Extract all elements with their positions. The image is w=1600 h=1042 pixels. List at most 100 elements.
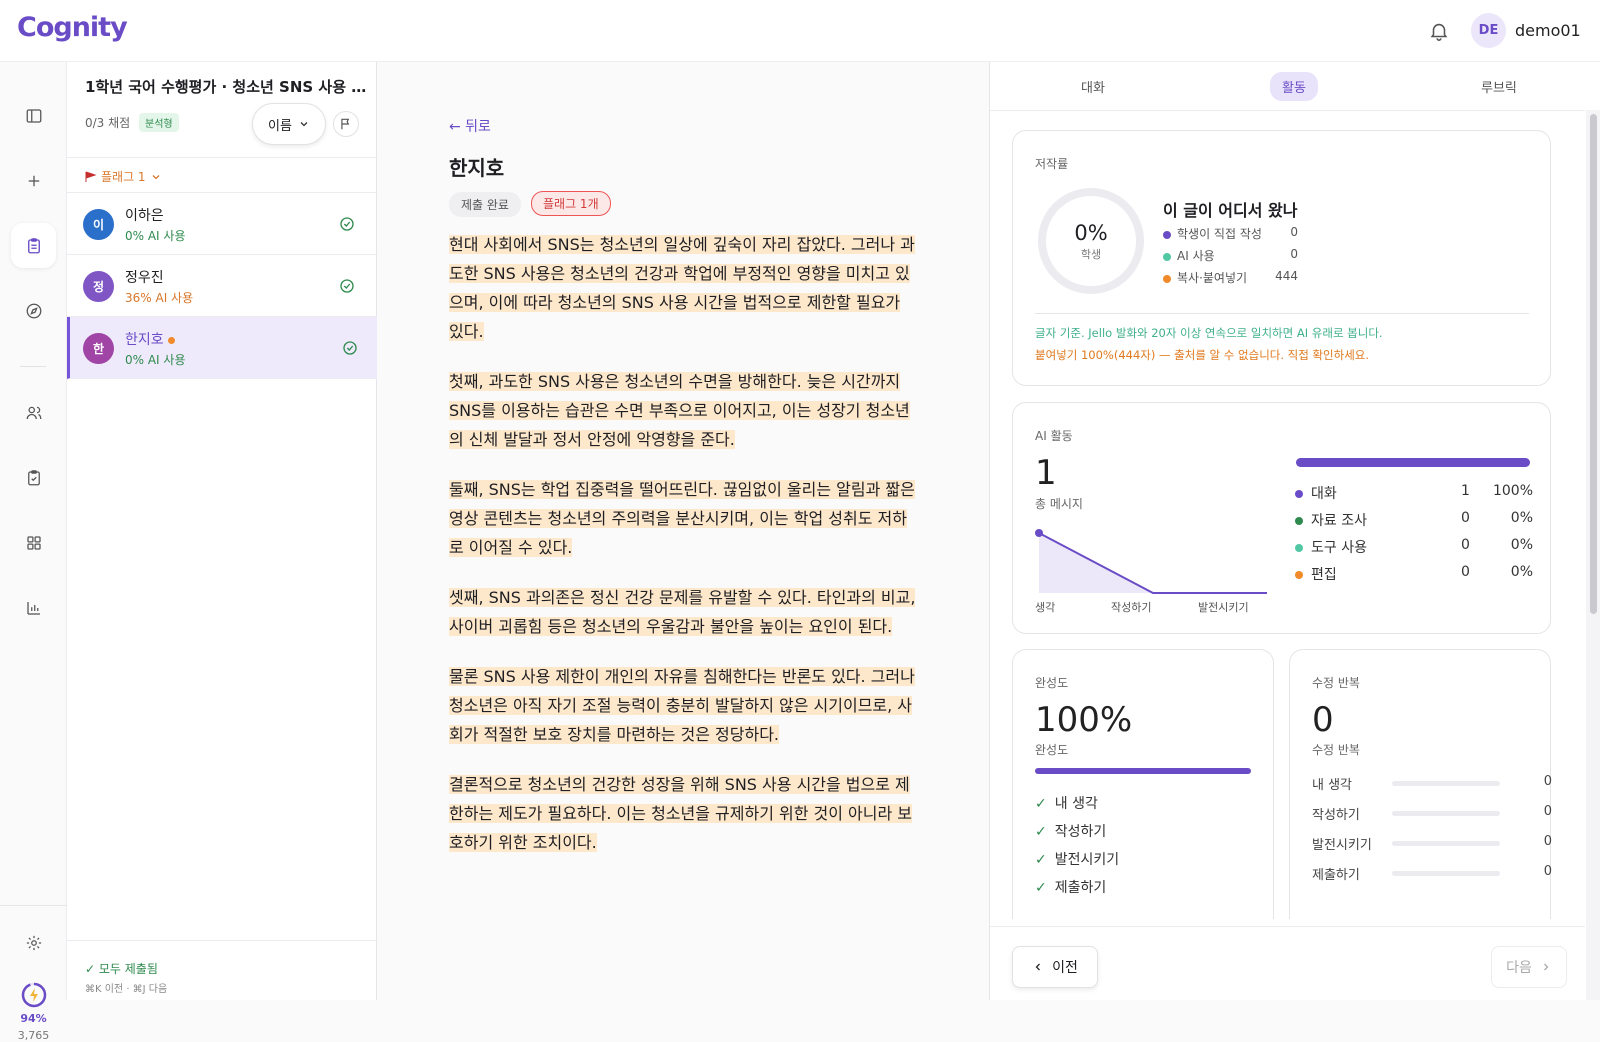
red-flag-icon — [85, 171, 97, 182]
bar-chart-icon[interactable] — [11, 585, 56, 630]
completion-bar-track — [1035, 768, 1251, 774]
legend-percent: 100% — [1492, 483, 1533, 499]
user-avatar[interactable]: DE — [1471, 13, 1506, 48]
tab-activity[interactable]: 활동 — [1270, 72, 1318, 101]
previous-label: 이전 — [1052, 960, 1078, 976]
revision-card: 수정 반복 0 수정 반복 내 생각 0 작성하기 0 발전시키기 0 제출하기 0 — [1289, 649, 1552, 919]
next-label: 다음 — [1506, 960, 1532, 976]
activity-bar-track — [1296, 458, 1530, 467]
clipboard-icon[interactable] — [11, 223, 56, 268]
legend-dot — [1295, 544, 1303, 552]
student-row-selected[interactable]: 한 한지호 0% AI 사용 — [67, 317, 377, 379]
back-link[interactable]: ← 뒤로 — [449, 116, 491, 136]
completion-value: 100% — [1035, 700, 1133, 740]
student-name: 한지호 — [125, 332, 164, 348]
check-icon: ✓ — [1035, 880, 1047, 896]
legend-percent: 0% — [1510, 537, 1533, 553]
completion-card: 완성도 100% 완성도 ✓ 내 생각 ✓ 작성하기 ✓ 발전시키기 ✓ 제출하기 — [1012, 649, 1274, 919]
check-icon: ✓ — [1035, 796, 1047, 812]
tab-rubric[interactable]: 루브릭 — [1481, 77, 1517, 96]
flag-icon — [341, 118, 350, 130]
submission-status: ✓ 모두 제출됨 — [85, 962, 158, 976]
legend-label: 도구 사용 — [1311, 540, 1367, 556]
legend-label: 편집 — [1311, 567, 1337, 583]
essay-paragraph: 결론적으로 청소년의 건강한 성장을 위해 SNS 사용 시간을 법으로 제한하… — [449, 770, 919, 857]
student-name-wrap: 한지호 — [125, 329, 175, 349]
student-heading: 한지호 — [449, 156, 505, 180]
settings-icon[interactable] — [11, 920, 56, 965]
authorship-percent-label: 학생 — [1080, 248, 1102, 261]
step-item: ✓ 발전시키기 — [1035, 849, 1119, 869]
sort-label: 이름 — [268, 118, 292, 134]
revision-step-value: 0 — [1543, 864, 1552, 879]
analysis-panel: 대화 활동 루브릭 저작률 0% 학생 이 글이 어디서 왔나 학생이 직접 작… — [989, 62, 1600, 1000]
legend-row: 도구 사용 0 0% — [1295, 537, 1533, 557]
sort-dropdown[interactable]: 이름 — [252, 103, 326, 145]
revision-row: 발전시키기 0 — [1312, 834, 1552, 853]
flag-count-badge[interactable]: 플래그 1개 — [531, 191, 611, 216]
student-row[interactable]: 정 정우진 36% AI 사용 — [67, 255, 377, 317]
plus-icon[interactable] — [11, 158, 56, 203]
chevron-right-icon — [1543, 963, 1549, 971]
compass-icon[interactable] — [11, 288, 56, 333]
revision-bar — [1392, 841, 1500, 846]
nav-rail: 94% 3,765 — [0, 62, 67, 1042]
revision-label: 수정 반복 — [1312, 743, 1360, 757]
essay-paragraph: 둘째, SNS는 학업 집중력을 떨어뜨린다. 끊임없이 울리는 알림과 짧은 … — [449, 475, 919, 562]
submission-badge: 제출 완료 — [449, 192, 521, 217]
pasted-text-highlight: 물론 SNS 사용 제한이 개인의 자유를 침해한다는 반론도 있다. 그러나 … — [449, 667, 915, 744]
check-icon: ✓ — [1035, 824, 1047, 840]
student-row[interactable]: 이 이하은 0% AI 사용 — [67, 193, 377, 255]
legend-label: 자료 조사 — [1311, 513, 1367, 529]
tab-conversation[interactable]: 대화 — [1081, 77, 1105, 96]
grid-icon[interactable] — [11, 520, 56, 565]
legend-row: 대화 1 100% — [1295, 483, 1533, 503]
pasted-text-highlight: 첫째, 과도한 SNS 사용은 청소년의 수면을 방해한다. 늦은 시간까지 S… — [449, 372, 910, 449]
source-value: 0 — [1290, 247, 1298, 261]
footer-divider — [990, 926, 1585, 927]
ai-detection-note: 글자 기준. Jello 발화와 20자 이상 연속으로 일치하면 AI 유래로… — [1035, 326, 1383, 340]
next-button[interactable]: 다음 — [1491, 946, 1567, 988]
username[interactable]: demo01 — [1515, 21, 1581, 40]
energy-gauge-icon[interactable] — [21, 982, 47, 1008]
legend-count: 0 — [1461, 537, 1470, 553]
flag-filter-button[interactable] — [333, 111, 359, 137]
assignment-title: 1학년 국어 수행평가 · 청소년 SNS 사용 시... — [85, 78, 370, 96]
total-messages-label: 총 메시지 — [1035, 497, 1083, 511]
legend-label: 대화 — [1311, 486, 1337, 502]
document-panel: ← 뒤로 한지호 제출 완료 플래그 1개 현대 사회에서 SNS는 청소년의 … — [377, 62, 989, 1000]
activity-bar-fill — [1296, 458, 1530, 467]
chart-point — [1035, 529, 1043, 537]
paste-warning-note: 붙여넣기 100%(444자) — 출처를 알 수 없습니다. 직접 확인하세요… — [1035, 348, 1370, 362]
energy-count: 3,765 — [17, 1029, 50, 1042]
source-heading: 이 글이 어디서 왔나 — [1163, 201, 1298, 220]
previous-button[interactable]: 이전 — [1012, 946, 1098, 988]
scrollbar-thumb[interactable] — [1590, 114, 1597, 614]
app-logo[interactable]: Cognity — [17, 12, 128, 43]
bell-icon[interactable] — [1428, 20, 1450, 42]
revision-row: 내 생각 0 — [1312, 774, 1552, 793]
source-row: 학생이 직접 작성 0 — [1163, 225, 1298, 242]
flag-group-label: 플래그 1 — [101, 170, 146, 184]
student-ai-usage: 0% AI 사용 — [125, 229, 186, 243]
check-circle-icon — [340, 217, 354, 231]
authorship-card: 저작률 0% 학생 이 글이 어디서 왔나 학생이 직접 작성 0 AI 사용 0 … — [1012, 130, 1551, 386]
rail-bottom-divider — [0, 905, 67, 906]
legend-dot — [1163, 230, 1171, 239]
authorship-percent: 0% — [1074, 221, 1108, 245]
essay-paragraph: 현대 사회에서 SNS는 청소년의 일상에 깊숙이 자리 잡았다. 그러나 과도… — [449, 230, 919, 346]
top-bar: Cognity DE demo01 — [0, 0, 1600, 62]
flag-group-toggle[interactable]: 플래그 1 — [85, 168, 162, 185]
clipboard-check-icon[interactable] — [11, 455, 56, 500]
x-tick-label: 발전시키기 — [1198, 601, 1249, 614]
essay-paragraph: 물론 SNS 사용 제한이 개인의 자유를 침해한다는 반론도 있다. 그러나 … — [449, 662, 919, 749]
revision-step-label: 제출하기 — [1312, 868, 1360, 883]
users-icon[interactable] — [11, 390, 56, 435]
essay-paragraph: 셋째, SNS 과의존은 정신 건강 문제를 유발할 수 있다. 타인과의 비교… — [449, 583, 919, 641]
sidebar-toggle-icon[interactable] — [11, 93, 56, 138]
keyboard-shortcuts-hint: ⌘K 이전 · ⌘J 다음 — [85, 984, 168, 995]
chevron-left-icon — [1035, 963, 1041, 971]
student-name: 이하은 — [125, 208, 164, 224]
source-label: 복사·붙여넣기 — [1177, 271, 1248, 285]
step-item: ✓ 제출하기 — [1035, 877, 1106, 897]
